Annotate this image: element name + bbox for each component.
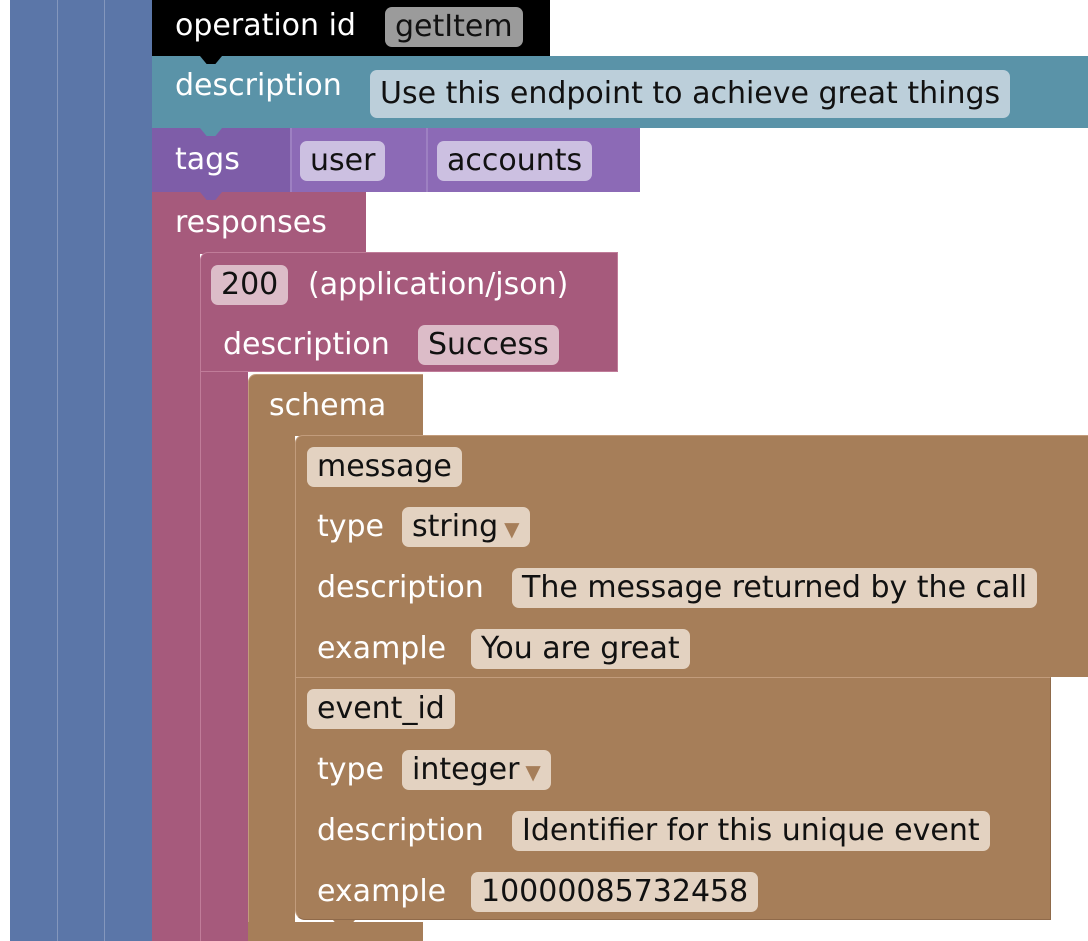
property-type-dropdown[interactable]: string ▼ <box>402 507 530 547</box>
schema-body <box>248 436 295 933</box>
property-name-field[interactable]: message <box>307 447 462 487</box>
tags-block[interactable]: tags user accounts <box>152 128 640 192</box>
responses-body <box>152 254 200 941</box>
dropdown-arrow-icon: ▼ <box>525 760 541 784</box>
response-code-field[interactable]: 200 <box>211 265 289 305</box>
property-block[interactable]: message type string ▼ description The mes… <box>295 435 1088 677</box>
outer-block-2[interactable] <box>58 0 105 941</box>
property-example-field[interactable]: You are great <box>471 629 690 669</box>
dropdown-arrow-icon: ▼ <box>504 517 520 541</box>
schema-footer <box>248 922 423 941</box>
property-type-value: string <box>412 509 499 544</box>
operation-id-block[interactable]: operation id getItem <box>152 0 550 56</box>
operation-id-field[interactable]: getItem <box>385 7 523 47</box>
schema-block[interactable]: schema <box>248 374 423 436</box>
tag-item-2[interactable]: accounts <box>437 141 593 181</box>
outer-block-3[interactable] <box>105 0 152 941</box>
responses-label: responses <box>175 205 327 240</box>
schema-label: schema <box>269 388 387 423</box>
property-block[interactable]: event_id type integer ▼ description Ident… <box>295 677 1051 920</box>
property-description-label: description <box>317 570 484 605</box>
operation-id-label: operation id <box>175 8 356 43</box>
property-type-value: integer <box>412 752 520 787</box>
tag-item-1[interactable]: user <box>300 141 386 181</box>
response-description-field[interactable]: Success <box>418 325 559 365</box>
tags-label: tags <box>175 142 240 177</box>
property-description-field[interactable]: The message returned by the call <box>512 568 1038 608</box>
outer-block-1[interactable] <box>10 0 58 941</box>
property-type-label: type <box>317 752 385 787</box>
response-description-label: description <box>223 327 390 362</box>
description-label: description <box>175 68 342 103</box>
property-example-field[interactable]: 10000085732458 <box>471 872 759 912</box>
description-field[interactable]: Use this endpoint to achieve great thing… <box>370 70 1011 118</box>
property-example-label: example <box>317 631 447 666</box>
description-block[interactable]: description Use this endpoint to achieve… <box>152 56 1088 128</box>
response-block[interactable]: 200 (application/json) description Succe… <box>200 252 618 372</box>
property-type-dropdown[interactable]: integer ▼ <box>402 750 551 790</box>
property-example-label: example <box>317 874 447 909</box>
response-content-type: (application/json) <box>308 267 569 302</box>
property-type-label: type <box>317 509 385 544</box>
property-description-label: description <box>317 813 484 848</box>
responses-block[interactable]: responses <box>152 192 366 254</box>
response-body <box>200 372 248 941</box>
property-description-field[interactable]: Identifier for this unique event <box>512 811 990 851</box>
property-name-field[interactable]: event_id <box>307 689 455 729</box>
